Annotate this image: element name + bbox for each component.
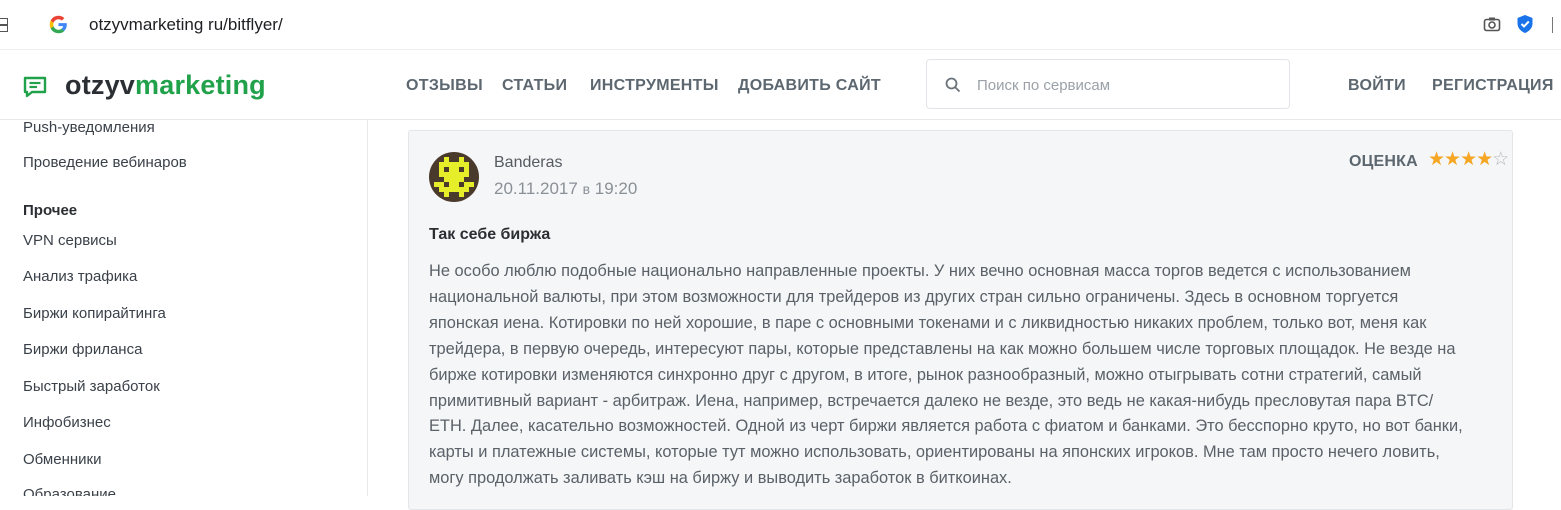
camera-icon[interactable]: [1483, 15, 1501, 33]
register-link[interactable]: РЕГИСТРАЦИЯ: [1432, 77, 1554, 95]
search-input[interactable]: [977, 74, 1277, 96]
sidebar-item-vpn[interactable]: VPN сервисы: [23, 232, 117, 249]
review-body-line: трейдера, в первую очередь, интересуют п…: [429, 339, 1456, 358]
review-body-line: примитивный вариант - арбитраж. Иена, на…: [429, 391, 1434, 410]
shield-check-icon[interactable]: [1516, 14, 1534, 34]
sidebar-item-fast-earnings[interactable]: Быстрый заработок: [23, 378, 160, 395]
rating-stars: ★★★★☆: [1428, 149, 1510, 170]
logo-text-part1: otzyv: [65, 70, 136, 100]
sidebar-item-exchangers[interactable]: Обменники: [23, 451, 101, 468]
nav-articles[interactable]: СТАТЬИ: [502, 77, 567, 95]
review-title: Так себе биржа: [429, 226, 551, 243]
avatar[interactable]: [429, 152, 479, 202]
review-body-line: карты и платежные системы, которые тут м…: [429, 443, 1440, 462]
star-filled-icon: ★: [1460, 149, 1478, 170]
star-filled-icon: ★: [1476, 149, 1494, 170]
sidebar: Push-уведомления Проведение вебинаров Пр…: [0, 120, 368, 496]
nav-tools[interactable]: ИНСТРУМЕНТЫ: [590, 77, 719, 95]
review-date: 20.11.2017 в 19:20: [494, 179, 637, 199]
sidebar-item-copywriting[interactable]: Биржи копирайтинга: [23, 305, 166, 322]
site-logo[interactable]: otzyvmarketing: [65, 70, 266, 101]
sidebar-item-infobusiness[interactable]: Инфобизнес: [23, 414, 111, 431]
sidebar-item-freelance[interactable]: Биржи фриланса: [23, 341, 142, 358]
review-date-time: 19:20: [594, 179, 638, 198]
star-empty-icon: ☆: [1492, 149, 1510, 170]
star-filled-icon: ★: [1428, 149, 1446, 170]
review-body-line: могу продолжать заливать кэш на биржу и …: [429, 469, 1012, 488]
review-date-day: 20.11.2017: [494, 179, 578, 198]
search-box: [926, 59, 1290, 109]
review-body-line: бирже котировки изменяются синхронно дру…: [429, 365, 1422, 384]
review-body: Не особо люблю подобные национально напр…: [429, 259, 1514, 492]
logo-text-part2: marketing: [135, 70, 266, 100]
rating-label: ОЦЕНКА: [1349, 153, 1418, 170]
review-card: Banderas 20.11.2017 в 19:20 ОЦЕНКА ★★★★☆…: [408, 130, 1513, 510]
sidebar-item-webinars[interactable]: Проведение вебинаров: [23, 154, 187, 171]
review-body-line: ETH. Далее, касательно возможностей. Одн…: [429, 417, 1463, 436]
nav-reviews[interactable]: ОТЗЫВЫ: [406, 77, 483, 95]
sidebar-item-traffic-analysis[interactable]: Анализ трафика: [23, 268, 137, 285]
site-header: otzyvmarketing ОТЗЫВЫ СТАТЬИ ИНСТРУМЕНТЫ…: [0, 50, 1561, 120]
review-date-separator: в: [582, 181, 590, 197]
review-body-line: японская иена. Котировки по ней хорошие,…: [429, 313, 1427, 332]
main-content: Banderas 20.11.2017 в 19:20 ОЦЕНКА ★★★★☆…: [369, 120, 1561, 510]
nav-add-site[interactable]: ДОБАВИТЬ САЙТ: [738, 77, 881, 95]
review-author[interactable]: Banderas: [494, 154, 563, 172]
sidebar-item-push-notifications[interactable]: Push-уведомления: [23, 120, 155, 136]
review-body-line: Не особо люблю подобные национально напр…: [429, 262, 1411, 280]
login-link[interactable]: ВОЙТИ: [1348, 77, 1406, 95]
search-icon[interactable]: [945, 77, 961, 93]
star-filled-icon: ★: [1444, 149, 1462, 170]
sidebar-item-education[interactable]: Образование: [23, 486, 116, 496]
address-bar-url[interactable]: otzyvmarketing ru/bitflyer/: [89, 15, 283, 35]
tab-strip-icon[interactable]: [0, 18, 8, 32]
google-icon: [49, 15, 68, 34]
chat-bubble-icon[interactable]: [23, 76, 47, 98]
review-body-line: национальной валюты, при этом возможност…: [429, 287, 1399, 306]
browser-toolbar: otzyvmarketing ru/bitflyer/: [0, 0, 1561, 50]
menu-icon[interactable]: [1552, 17, 1558, 33]
sidebar-section-title: Прочее: [23, 202, 78, 219]
